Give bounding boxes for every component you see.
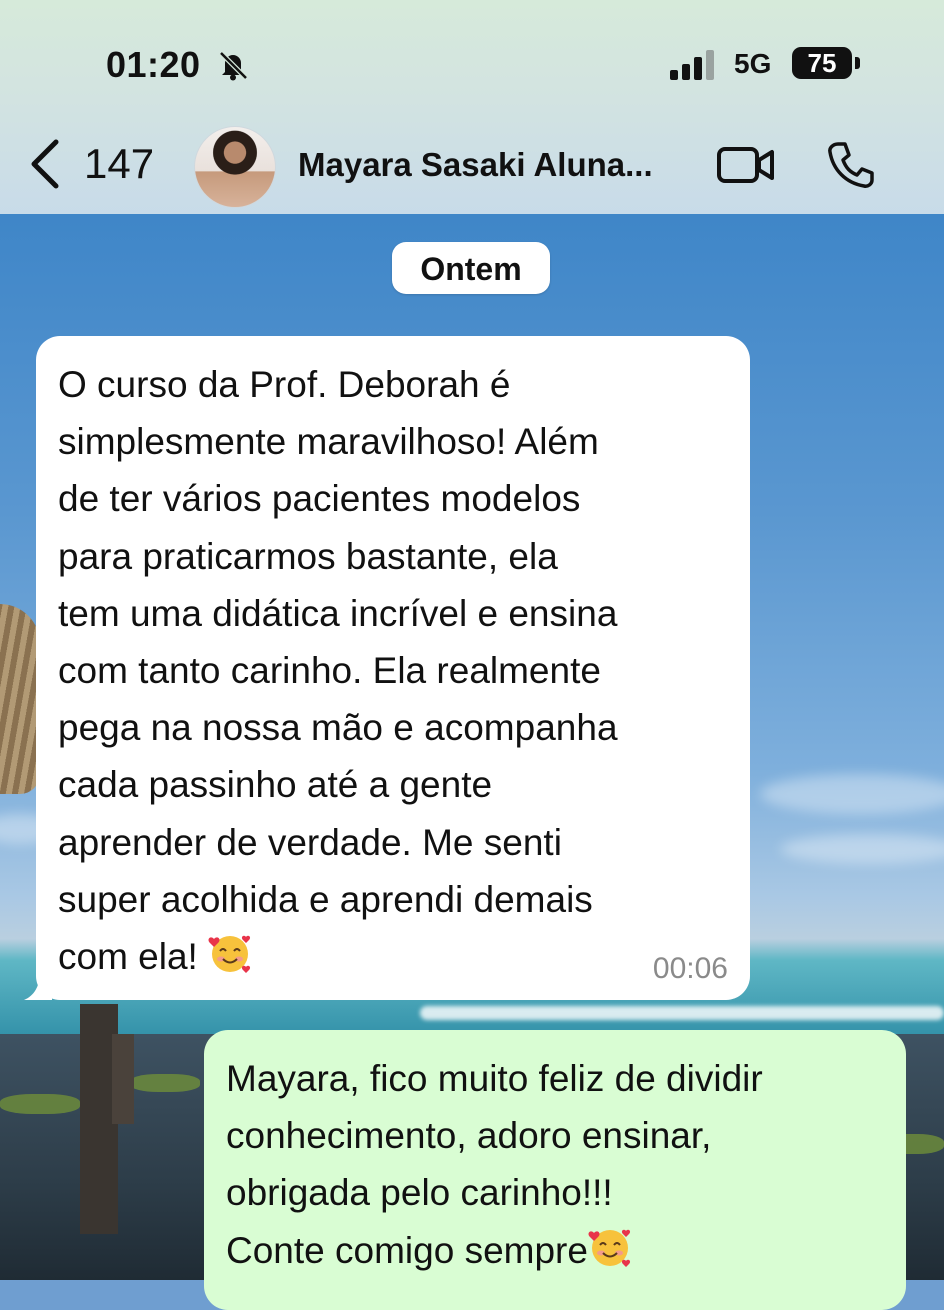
moss [130, 1074, 200, 1092]
status-time: 01:20 [106, 44, 201, 85]
video-camera-icon[interactable] [716, 144, 776, 186]
chat-header: 01:20 5G 75 147 Mayara Sasaki Aluna... [0, 0, 944, 214]
cloud [780, 834, 944, 864]
battery-cap [855, 57, 860, 69]
incoming-message-body: O curso da Prof. Deborah é simplesmente … [58, 364, 618, 978]
network-type: 5G [734, 48, 772, 79]
smiling-face-with-hearts-icon [588, 1229, 631, 1267]
phone-icon[interactable] [826, 140, 876, 190]
signal-icon [670, 50, 714, 80]
message-timestamp: 00:06 [652, 952, 728, 985]
cloud [760, 774, 944, 814]
incoming-message-bubble[interactable]: O curso da Prof. Deborah é simplesmente … [36, 336, 750, 1000]
outgoing-message-bubble[interactable]: Mayara, fico muito feliz de dividir conh… [204, 1030, 906, 1310]
avatar[interactable] [194, 126, 276, 208]
incoming-message-text: O curso da Prof. Deborah é simplesmente … [58, 356, 728, 985]
chevron-left-icon[interactable] [26, 136, 66, 192]
wooden-post [112, 1034, 134, 1124]
outgoing-message-text: Mayara, fico muito feliz de dividir conh… [226, 1050, 884, 1279]
hut-roof [0, 604, 40, 794]
outgoing-message-body: Mayara, fico muito feliz de dividir conh… [226, 1058, 763, 1271]
moss [0, 1094, 80, 1114]
smiling-face-with-hearts-icon [208, 935, 251, 974]
bell-slash-icon [219, 51, 248, 81]
wave-foam [420, 1006, 944, 1020]
contact-name[interactable]: Mayara Sasaki Aluna... [298, 146, 653, 184]
back-unread-count[interactable]: 147 [84, 140, 154, 188]
date-separator: Ontem [392, 242, 550, 294]
battery-level: 75 [792, 47, 852, 79]
